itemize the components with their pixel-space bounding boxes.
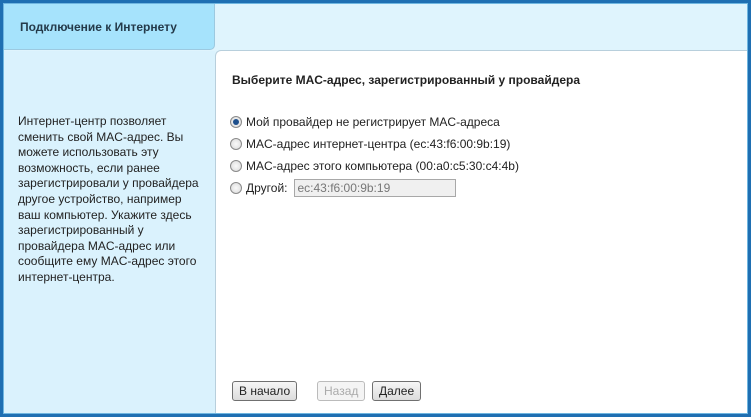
- next-button[interactable]: Далее: [372, 381, 422, 401]
- start-button[interactable]: В начало: [232, 381, 298, 401]
- option-label: Мой провайдер не регистрирует MAC-адреса: [246, 115, 500, 129]
- option-label: MAC-адрес интернет-центра (ec:43:f6:00:9…: [246, 137, 511, 151]
- tab-internet-connection[interactable]: Подключение к Интернету: [4, 4, 215, 50]
- option-label: Другой:: [246, 181, 288, 195]
- radio-option-no-registration[interactable]: Мой провайдер не регистрирует MAC-адреса: [230, 115, 500, 129]
- radio-button[interactable]: [230, 160, 242, 172]
- help-sidebar: Интернет-центр позволяет сменить свой MA…: [4, 51, 215, 413]
- option-label: MAC-адрес этого компьютера (00:a0:c5:30:…: [246, 159, 519, 173]
- page-title: Выберите MAC-адрес, зарегистрированный у…: [232, 73, 580, 87]
- other-mac-input[interactable]: [293, 179, 456, 197]
- radio-button[interactable]: [230, 182, 242, 194]
- radio-option-other-mac[interactable]: Другой:: [230, 179, 456, 197]
- radio-button[interactable]: [230, 116, 242, 128]
- radio-button[interactable]: [230, 138, 242, 150]
- main-panel: Выберите MAC-адрес, зарегистрированный у…: [215, 50, 747, 413]
- radio-option-computer-mac[interactable]: MAC-адрес этого компьютера (00:a0:c5:30:…: [230, 159, 519, 173]
- back-button[interactable]: Назад: [317, 381, 366, 401]
- radio-option-router-mac[interactable]: MAC-адрес интернет-центра (ec:43:f6:00:9…: [230, 137, 510, 151]
- wizard-window: Подключение к Интернету Интернет-центр п…: [3, 3, 748, 414]
- help-text: Интернет-центр позволяет сменить свой MA…: [18, 114, 199, 284]
